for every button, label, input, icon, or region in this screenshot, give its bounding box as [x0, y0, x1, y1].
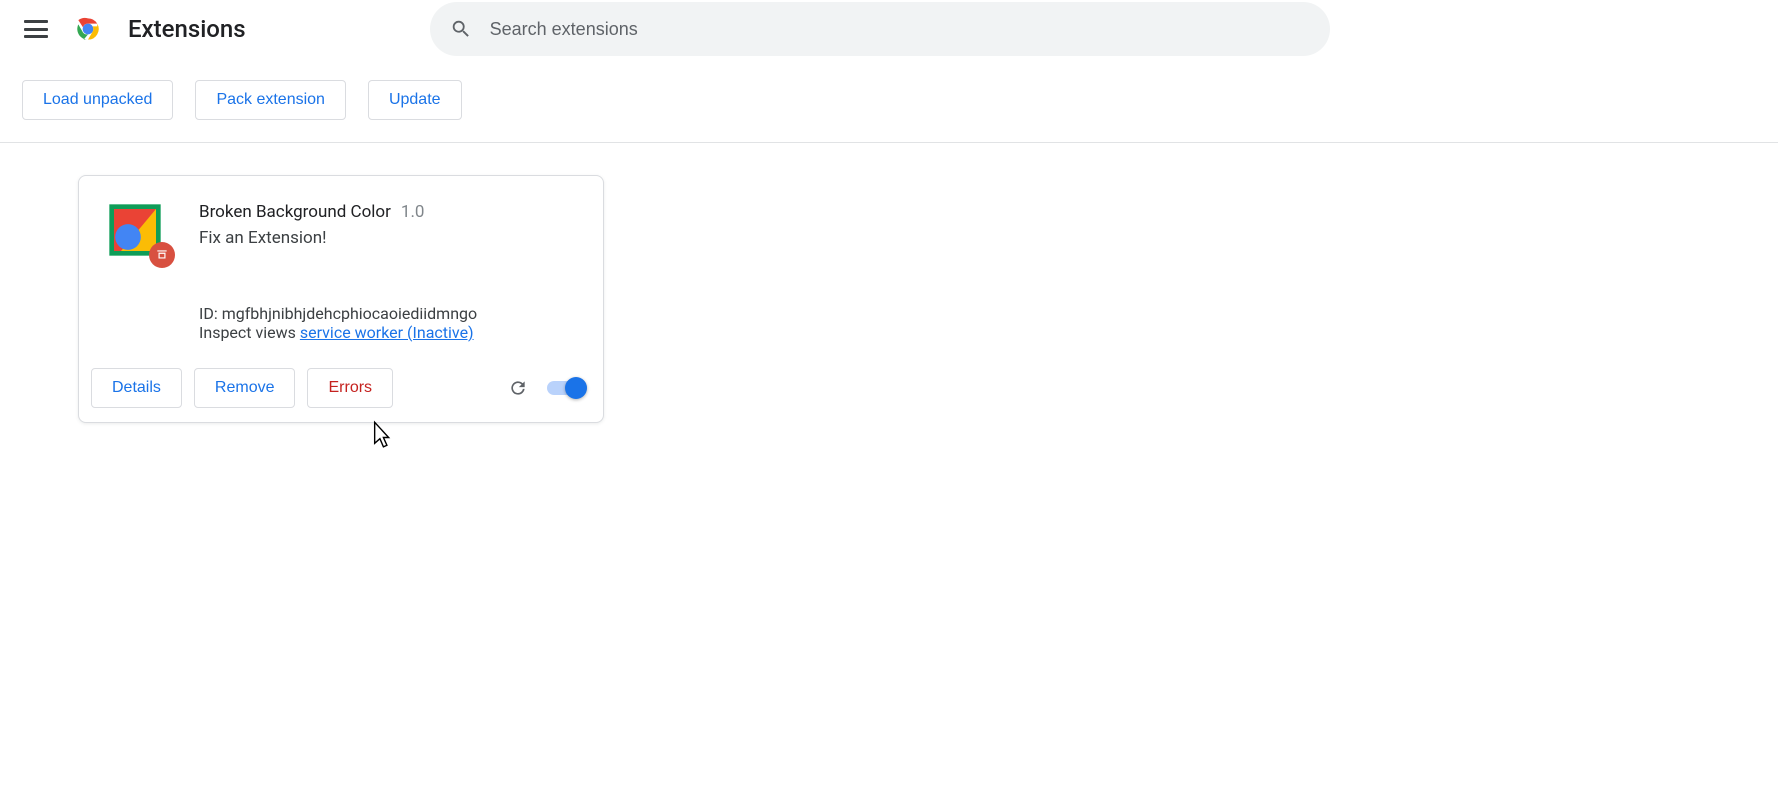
extension-name: Broken Background Color — [199, 202, 391, 222]
inspect-views: Inspect views service worker (Inactive) — [199, 323, 575, 342]
hamburger-menu-icon[interactable] — [24, 17, 48, 41]
load-unpacked-button[interactable]: Load unpacked — [22, 80, 173, 120]
search-icon — [450, 18, 472, 40]
errors-button[interactable]: Errors — [307, 368, 393, 408]
search-input[interactable] — [490, 19, 1310, 40]
cursor-icon — [370, 420, 398, 452]
extension-id: ID: mgfbhjnibhjdehcphiocaoiediidmngo — [199, 304, 575, 323]
enable-toggle[interactable] — [547, 377, 587, 399]
page-title: Extensions — [128, 15, 246, 43]
reload-button[interactable] — [501, 371, 535, 405]
remove-button[interactable]: Remove — [194, 368, 296, 408]
reload-icon — [508, 378, 528, 398]
pack-extension-button[interactable]: Pack extension — [195, 80, 346, 120]
search-bar[interactable] — [430, 2, 1330, 56]
extension-card: Broken Background Color 1.0 Fix an Exten… — [78, 175, 604, 423]
extension-description: Fix an Extension! — [199, 228, 575, 248]
dev-toolbar: Load unpacked Pack extension Update — [0, 58, 1778, 143]
extension-icon — [107, 202, 163, 258]
app-header: Extensions — [0, 0, 1778, 58]
chrome-logo-icon — [72, 13, 104, 45]
details-button[interactable]: Details — [91, 368, 182, 408]
update-button[interactable]: Update — [368, 80, 462, 120]
unpacked-badge-icon — [149, 242, 175, 268]
extension-version: 1.0 — [401, 202, 425, 222]
service-worker-link[interactable]: service worker (Inactive) — [300, 323, 474, 342]
extensions-grid: Broken Background Color 1.0 Fix an Exten… — [0, 143, 1778, 423]
